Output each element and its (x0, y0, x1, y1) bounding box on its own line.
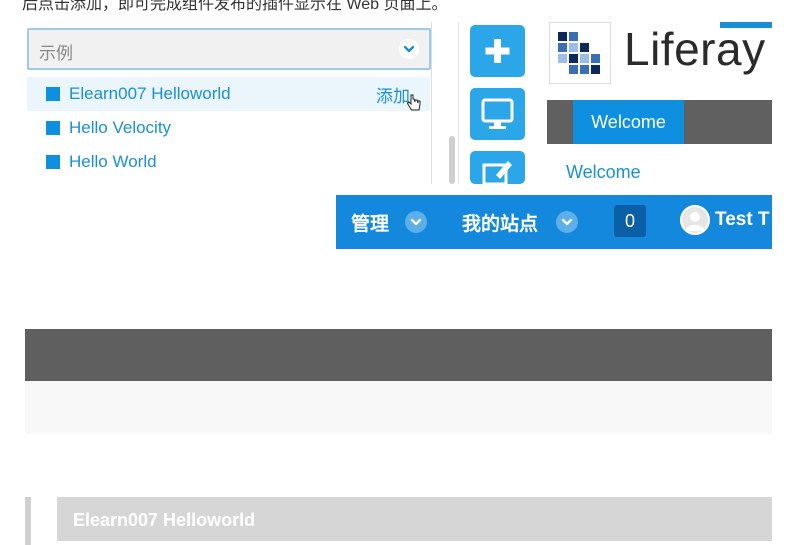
plus-icon (485, 39, 510, 63)
portlet-square-icon (46, 155, 60, 169)
category-select-value: 示例 (39, 44, 73, 63)
user-menu[interactable]: Test T (715, 209, 770, 231)
edit-button[interactable] (470, 151, 525, 186)
notification-count[interactable]: 0 (614, 205, 646, 237)
avatar-icon[interactable] (680, 205, 710, 235)
layout-column-edge (25, 497, 31, 545)
monitor-icon (481, 98, 514, 129)
add-link[interactable]: 添加 (376, 82, 410, 107)
list-item-label: Hello Velocity (69, 118, 172, 137)
portlet-title: Elearn007 Helloworld (73, 510, 256, 530)
my-sites-menu[interactable]: 我的站点 (462, 209, 538, 236)
page-breadcrumb-area (25, 381, 772, 434)
intro-text: 后点击添加，即可完成组件发布的插件显示在 Web 页面上。 (22, 0, 448, 13)
header-accent (720, 22, 772, 28)
category-select[interactable]: 示例 (27, 28, 431, 70)
scrollbar[interactable] (449, 136, 455, 184)
edit-icon (482, 161, 512, 186)
list-item-hello-world[interactable]: Hello World (27, 145, 430, 179)
chevron-down-icon[interactable] (405, 211, 427, 233)
page-navigation-bar (25, 329, 772, 381)
site-logo[interactable] (549, 22, 611, 84)
add-button[interactable] (470, 25, 525, 77)
portlet-square-icon (46, 121, 60, 135)
liferay-logo-icon (558, 32, 600, 74)
list-item-label: Hello World (69, 152, 157, 171)
tab-welcome[interactable]: Welcome (573, 100, 684, 144)
list-item-elearn[interactable]: Elearn007 Helloworld 添加 (27, 77, 430, 111)
list-item-label: Elearn007 Helloworld (69, 84, 231, 103)
portlet-square-icon (46, 87, 60, 101)
admin-menu[interactable]: 管理 (351, 209, 389, 236)
divider (458, 22, 459, 184)
chevron-down-icon[interactable] (556, 211, 578, 233)
preview-button[interactable] (470, 88, 525, 140)
list-item-velocity[interactable]: Hello Velocity (27, 111, 430, 145)
site-name: Liferay (624, 23, 766, 75)
chevron-down-icon[interactable] (399, 39, 419, 59)
breadcrumb-welcome[interactable]: Welcome (566, 162, 641, 183)
